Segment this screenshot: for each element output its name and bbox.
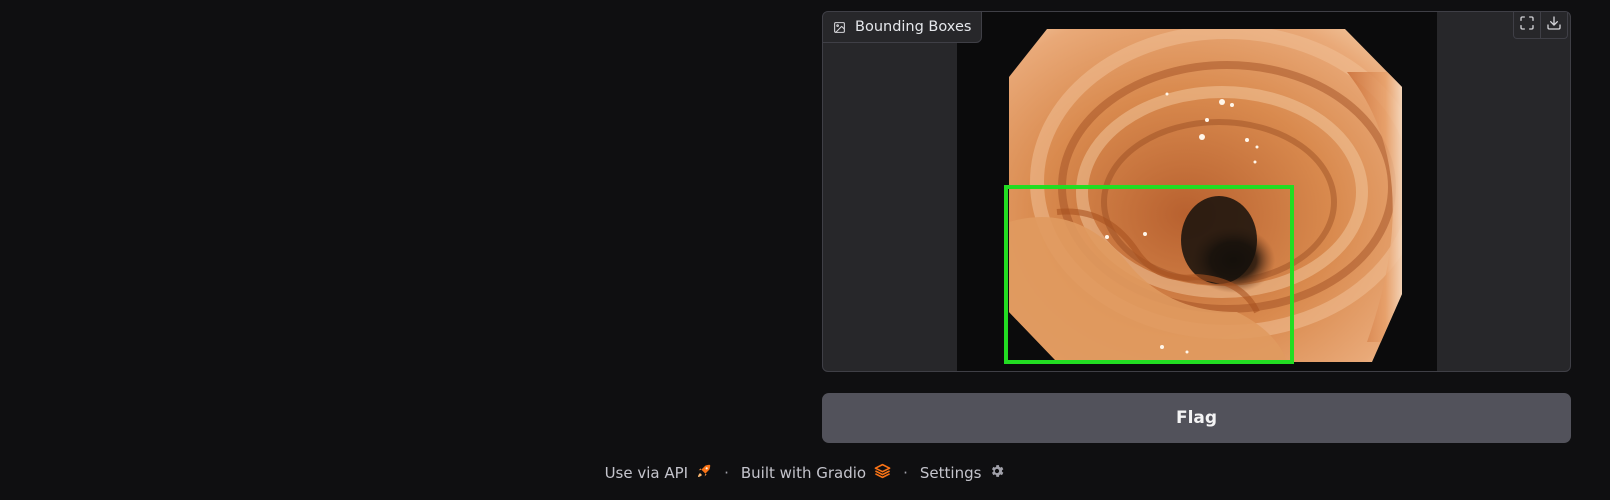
footer-separator-2: · xyxy=(903,464,908,482)
image-toolbar xyxy=(1513,12,1568,39)
bounding-boxes-output: Bounding Boxes xyxy=(822,11,1571,372)
use-via-api-label: Use via API xyxy=(604,464,689,482)
page: Bounding Boxes Flag Use via API · Built … xyxy=(0,0,1610,500)
use-via-api-link[interactable]: Use via API xyxy=(605,463,713,483)
image-icon xyxy=(833,21,846,34)
download-icon xyxy=(1546,15,1562,35)
output-label-text: Bounding Boxes xyxy=(855,19,972,35)
flag-button[interactable]: Flag xyxy=(822,393,1571,443)
fullscreen-icon xyxy=(1519,15,1535,35)
endoscopy-image xyxy=(1004,29,1402,364)
download-button[interactable] xyxy=(1540,12,1567,38)
footer: Use via API · Built with Gradio · Settin… xyxy=(0,463,1610,483)
built-with-gradio-link[interactable]: Built with Gradio xyxy=(741,463,891,483)
footer-separator: · xyxy=(724,464,729,482)
gradio-logo-icon xyxy=(874,463,891,483)
fullscreen-button[interactable] xyxy=(1514,12,1540,38)
annotated-image xyxy=(957,12,1437,371)
output-label: Bounding Boxes xyxy=(823,12,983,43)
built-with-gradio-label: Built with Gradio xyxy=(740,464,867,482)
settings-label: Settings xyxy=(919,464,982,482)
gear-icon xyxy=(989,463,1005,483)
settings-link[interactable]: Settings xyxy=(920,463,1006,483)
rocket-icon xyxy=(696,463,712,483)
